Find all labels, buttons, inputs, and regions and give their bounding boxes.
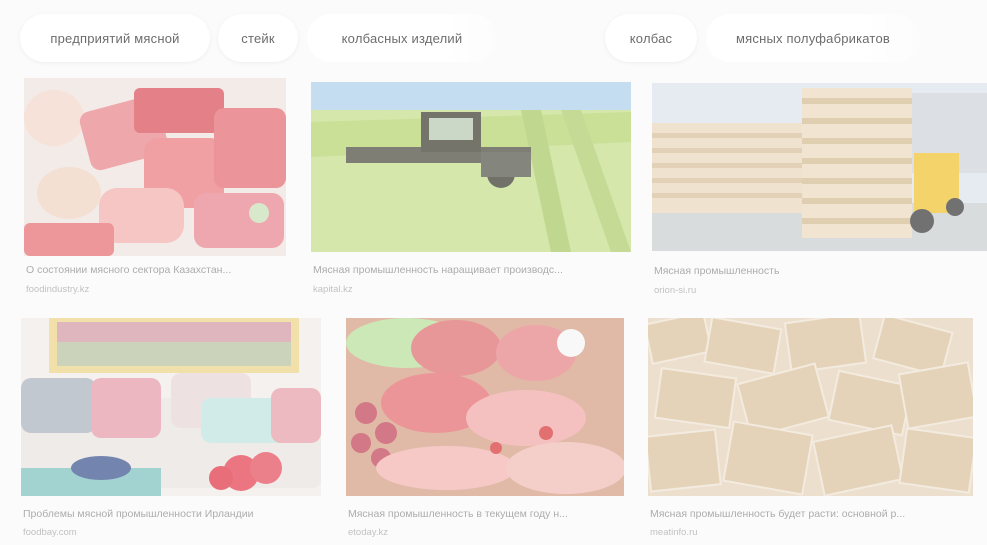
result-caption[interactable]: Проблемы мясной промышленности Ирландии [23, 508, 323, 520]
result-thumbnail[interactable] [311, 82, 631, 252]
chip-label: стейк [241, 30, 275, 46]
result-thumbnail[interactable] [21, 318, 321, 496]
result-caption[interactable]: Мясная промышленность будет расти: основ… [650, 508, 970, 520]
result-card[interactable]: Мясная промышленность наращивает произво… [311, 82, 631, 300]
result-caption[interactable]: Мясная промышленность наращивает произво… [313, 264, 631, 276]
chip-query[interactable]: колбасных изделий [307, 14, 497, 62]
result-source[interactable]: foodbay.com [23, 527, 77, 538]
result-card[interactable]: Проблемы мясной промышленности Ирландии … [21, 318, 321, 543]
chip-label: колбасных изделий [341, 30, 463, 46]
result-source[interactable]: kapital.kz [313, 284, 353, 295]
result-caption[interactable]: О состоянии мясного сектора Казахстан... [26, 264, 288, 276]
result-card[interactable]: Мясная промышленность будет расти: основ… [648, 318, 973, 543]
result-card[interactable]: Мясная промышленность в текущем году н..… [346, 318, 624, 543]
result-source[interactable]: foodindustry.kz [26, 284, 89, 295]
result-caption[interactable]: Мясная промышленность в текущем году н..… [348, 508, 626, 520]
result-source[interactable]: meatinfo.ru [650, 527, 698, 538]
boxes-image [648, 318, 973, 496]
result-caption[interactable]: Мясная промышленность [654, 265, 974, 277]
result-source[interactable]: orion-si.ru [654, 285, 696, 296]
chip-query[interactable]: стейк [218, 14, 298, 62]
pallets-image [652, 83, 987, 251]
chip-label: колбас [629, 30, 673, 46]
chip-query[interactable]: предприятий мясной [20, 14, 210, 62]
result-card[interactable]: Мясная промышленность orion-si.ru [652, 83, 987, 300]
result-thumbnail[interactable] [346, 318, 624, 496]
image-search-results-page: предприятий мясной стейк колбасных издел… [0, 0, 987, 545]
chip-label: предприятий мясной [50, 30, 180, 46]
living-room-image [21, 318, 321, 496]
raw-meat-image [24, 78, 286, 256]
result-thumbnail[interactable] [648, 318, 973, 496]
result-thumbnail[interactable] [24, 78, 286, 256]
chip-query[interactable]: мясных полуфабрикатов [706, 14, 920, 62]
result-thumbnail[interactable] [652, 83, 987, 251]
harvester-image [311, 82, 631, 252]
result-card[interactable]: О состоянии мясного сектора Казахстан...… [24, 78, 286, 300]
chip-query[interactable]: колбас [605, 14, 697, 62]
chip-label: мясных полуфабрикатов [736, 30, 890, 46]
related-queries-bar: предприятий мясной стейк колбасных издел… [0, 0, 987, 78]
meat-platter-image [346, 318, 624, 496]
result-source[interactable]: etoday.kz [348, 527, 388, 538]
